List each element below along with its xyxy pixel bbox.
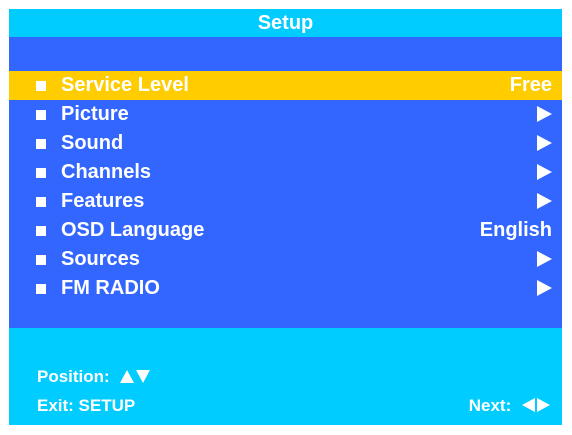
menu-item-picture[interactable]: Picture — [9, 100, 562, 129]
menu-item-label: Channels — [61, 161, 152, 183]
exit-hint: Exit: SETUP — [37, 395, 135, 417]
menu-item-label: Service Level — [61, 74, 189, 96]
menu-title: Setup — [257, 12, 314, 34]
menu-item-osd-language[interactable]: OSD Language English — [9, 216, 562, 245]
menu-item-label: OSD Language — [61, 219, 205, 241]
menu-item-label: Picture — [61, 103, 129, 125]
bullet-icon — [36, 226, 46, 236]
bullet-icon — [36, 197, 46, 207]
up-arrow-icon — [120, 369, 135, 383]
down-arrow-icon — [136, 369, 151, 383]
bullet-icon — [36, 139, 46, 149]
menu-item-fm-radio[interactable]: FM RADIO — [9, 274, 562, 303]
menu-item-value: English — [479, 219, 552, 241]
menu-panel: Service Level Free Picture Sound Channel… — [9, 37, 562, 328]
menu-item-value: Free — [509, 74, 552, 96]
bullet-icon — [36, 168, 46, 178]
menu-item-label: Features — [61, 190, 145, 212]
bullet-icon — [36, 81, 46, 91]
submenu-arrow-icon — [537, 106, 552, 122]
bullet-icon — [36, 284, 46, 294]
next-hint-label: Next: — [468, 396, 512, 415]
submenu-arrow-icon — [537, 164, 552, 180]
submenu-arrow-icon — [537, 135, 552, 151]
menu-item-service-level[interactable]: Service Level Free — [9, 71, 562, 100]
setup-osd-menu: Setup Service Level Free Picture Sound C… — [9, 9, 562, 425]
submenu-arrow-icon — [537, 280, 552, 296]
title-bar: Setup — [9, 9, 562, 37]
menu-item-channels[interactable]: Channels — [9, 158, 562, 187]
submenu-arrow-icon — [537, 251, 552, 267]
exit-hint-label: Exit: SETUP — [37, 396, 136, 415]
right-arrow-icon — [537, 398, 550, 413]
submenu-arrow-icon — [537, 193, 552, 209]
next-arrows — [522, 395, 550, 417]
menu-item-label: FM RADIO — [61, 277, 160, 299]
bullet-icon — [36, 255, 46, 265]
position-hint-label: Position: — [37, 367, 110, 386]
help-footer: Position: Exit: SETUP Next: — [9, 328, 562, 425]
position-arrows — [120, 366, 151, 388]
left-arrow-icon — [522, 398, 535, 413]
menu-item-sources[interactable]: Sources — [9, 245, 562, 274]
position-hint: Position: — [37, 366, 151, 388]
menu-item-sound[interactable]: Sound — [9, 129, 562, 158]
next-hint: Next: — [469, 395, 550, 417]
menu-item-label: Sources — [61, 248, 140, 270]
menu-item-features[interactable]: Features — [9, 187, 562, 216]
menu-item-label: Sound — [61, 132, 124, 154]
bullet-icon — [36, 110, 46, 120]
